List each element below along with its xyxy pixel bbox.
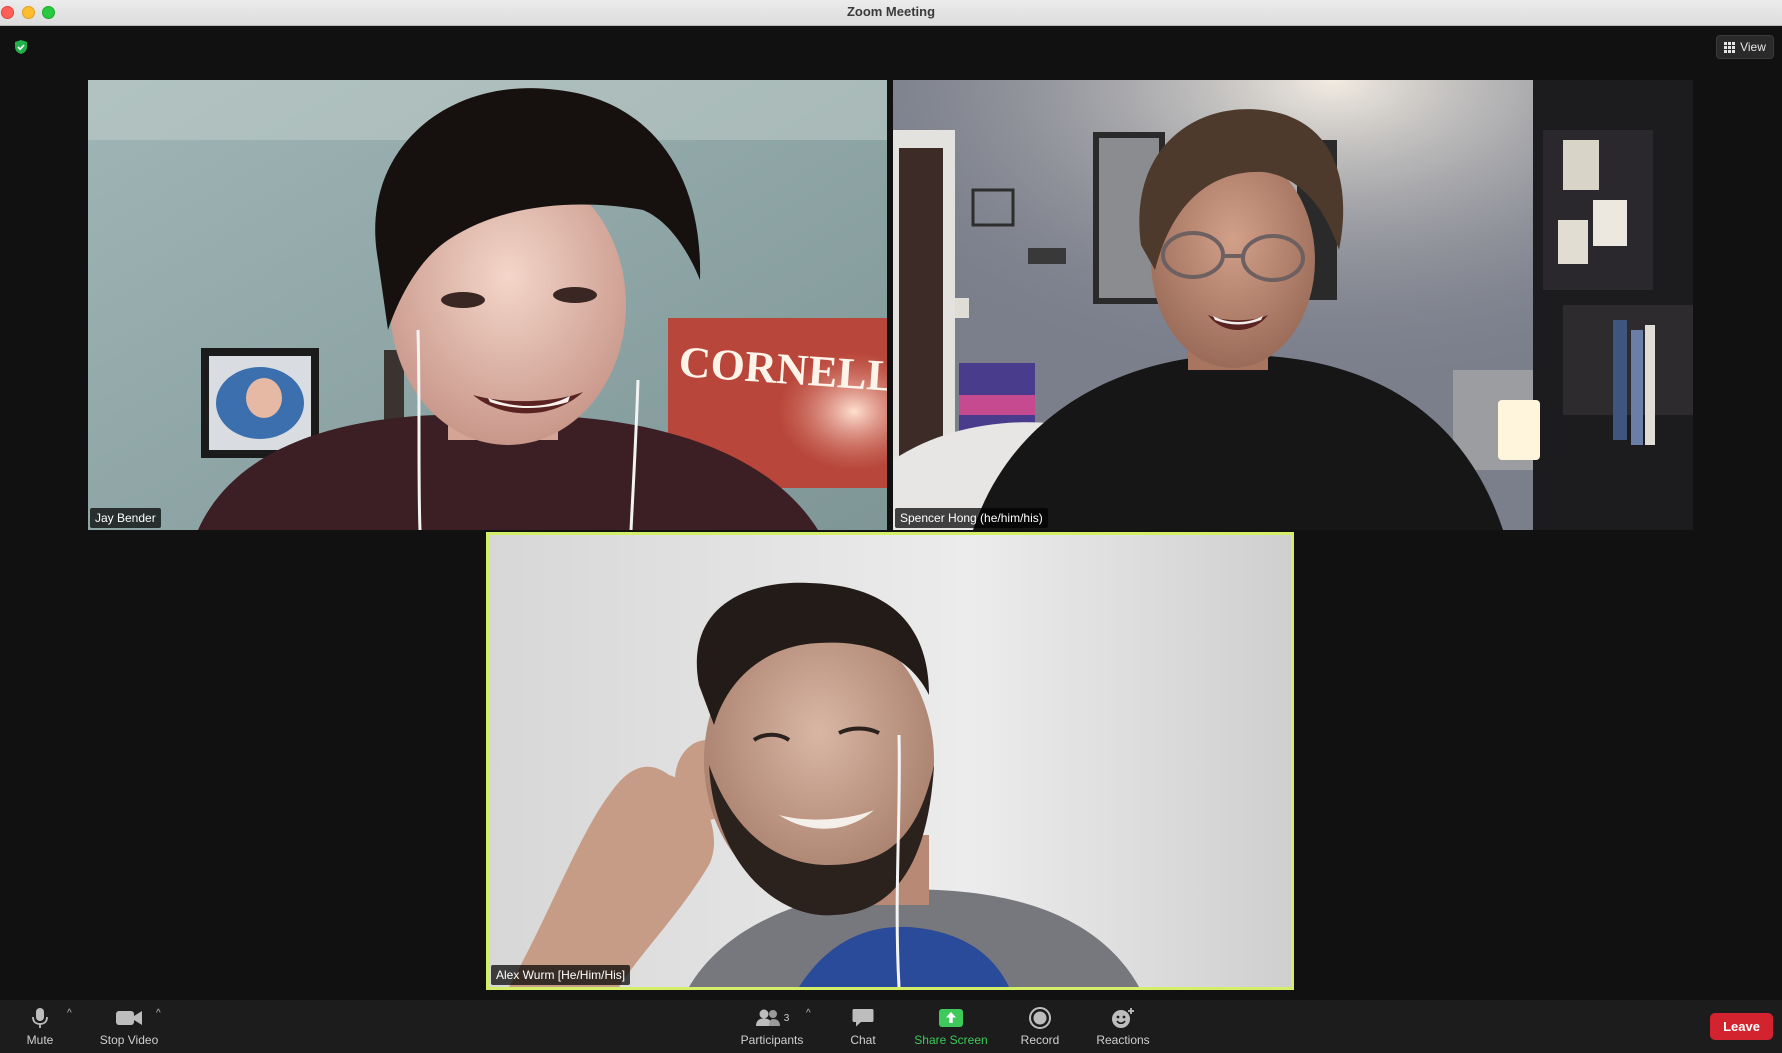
video-tile-jay-bender[interactable]: CORNELL Jay Bender bbox=[88, 80, 887, 530]
encryption-shield-icon[interactable] bbox=[13, 39, 29, 55]
participants-label: Participants bbox=[740, 1033, 804, 1047]
participants-button[interactable]: 3 Participants bbox=[736, 1006, 808, 1050]
view-button[interactable]: View bbox=[1716, 35, 1774, 59]
mute-label: Mute bbox=[26, 1033, 54, 1047]
chat-bubble-icon bbox=[852, 1009, 874, 1027]
window-title-bar: Zoom Meeting bbox=[0, 0, 1782, 26]
record-icon bbox=[1029, 1007, 1051, 1029]
grid-view-icon bbox=[1724, 41, 1736, 53]
participant-video-feed bbox=[489, 535, 1291, 987]
stop-video-button[interactable]: Stop Video bbox=[92, 1006, 166, 1050]
mute-button[interactable]: Mute bbox=[22, 1006, 58, 1050]
view-label: View bbox=[1740, 40, 1766, 54]
reactions-smiley-icon bbox=[1112, 1008, 1134, 1028]
reactions-label: Reactions bbox=[1096, 1033, 1150, 1047]
leave-meeting-button[interactable]: Leave bbox=[1710, 1013, 1773, 1040]
share-screen-icon bbox=[939, 1009, 963, 1027]
participant-video-feed: CORNELL bbox=[88, 80, 887, 530]
chat-button[interactable]: Chat bbox=[848, 1006, 878, 1050]
microphone-icon bbox=[32, 1008, 48, 1028]
video-options-chevron-up-icon[interactable]: ^ bbox=[156, 1008, 161, 1019]
participant-name-tag: Jay Bender bbox=[90, 508, 161, 528]
chat-label: Chat bbox=[850, 1033, 876, 1047]
share-screen-button[interactable]: Share Screen bbox=[912, 1006, 990, 1050]
video-camera-icon bbox=[116, 1011, 142, 1025]
record-button[interactable]: Record bbox=[1019, 1006, 1061, 1050]
participants-count: 3 bbox=[783, 1012, 790, 1024]
participants-options-chevron-up-icon[interactable]: ^ bbox=[806, 1008, 811, 1019]
stop-video-label: Stop Video bbox=[99, 1033, 159, 1047]
record-label: Record bbox=[1020, 1033, 1060, 1047]
participant-name-tag: Spencer Hong (he/him/his) bbox=[895, 508, 1048, 528]
participants-icon bbox=[755, 1009, 780, 1026]
participant-video-feed bbox=[893, 80, 1693, 530]
video-tile-alex-wurm[interactable]: Alex Wurm [He/Him/His] bbox=[486, 532, 1294, 990]
reactions-button[interactable]: Reactions bbox=[1094, 1006, 1152, 1050]
share-screen-label: Share Screen bbox=[914, 1033, 988, 1047]
meeting-controls-toolbar: Mute ^ Stop Video ^ 3 Participants ^ Cha… bbox=[0, 1000, 1782, 1053]
window-title: Zoom Meeting bbox=[846, 4, 936, 19]
video-tile-spencer-hong[interactable]: Spencer Hong (he/him/his) bbox=[893, 80, 1693, 530]
audio-options-chevron-up-icon[interactable]: ^ bbox=[67, 1008, 72, 1019]
participant-name-tag: Alex Wurm [He/Him/His] bbox=[491, 965, 631, 985]
